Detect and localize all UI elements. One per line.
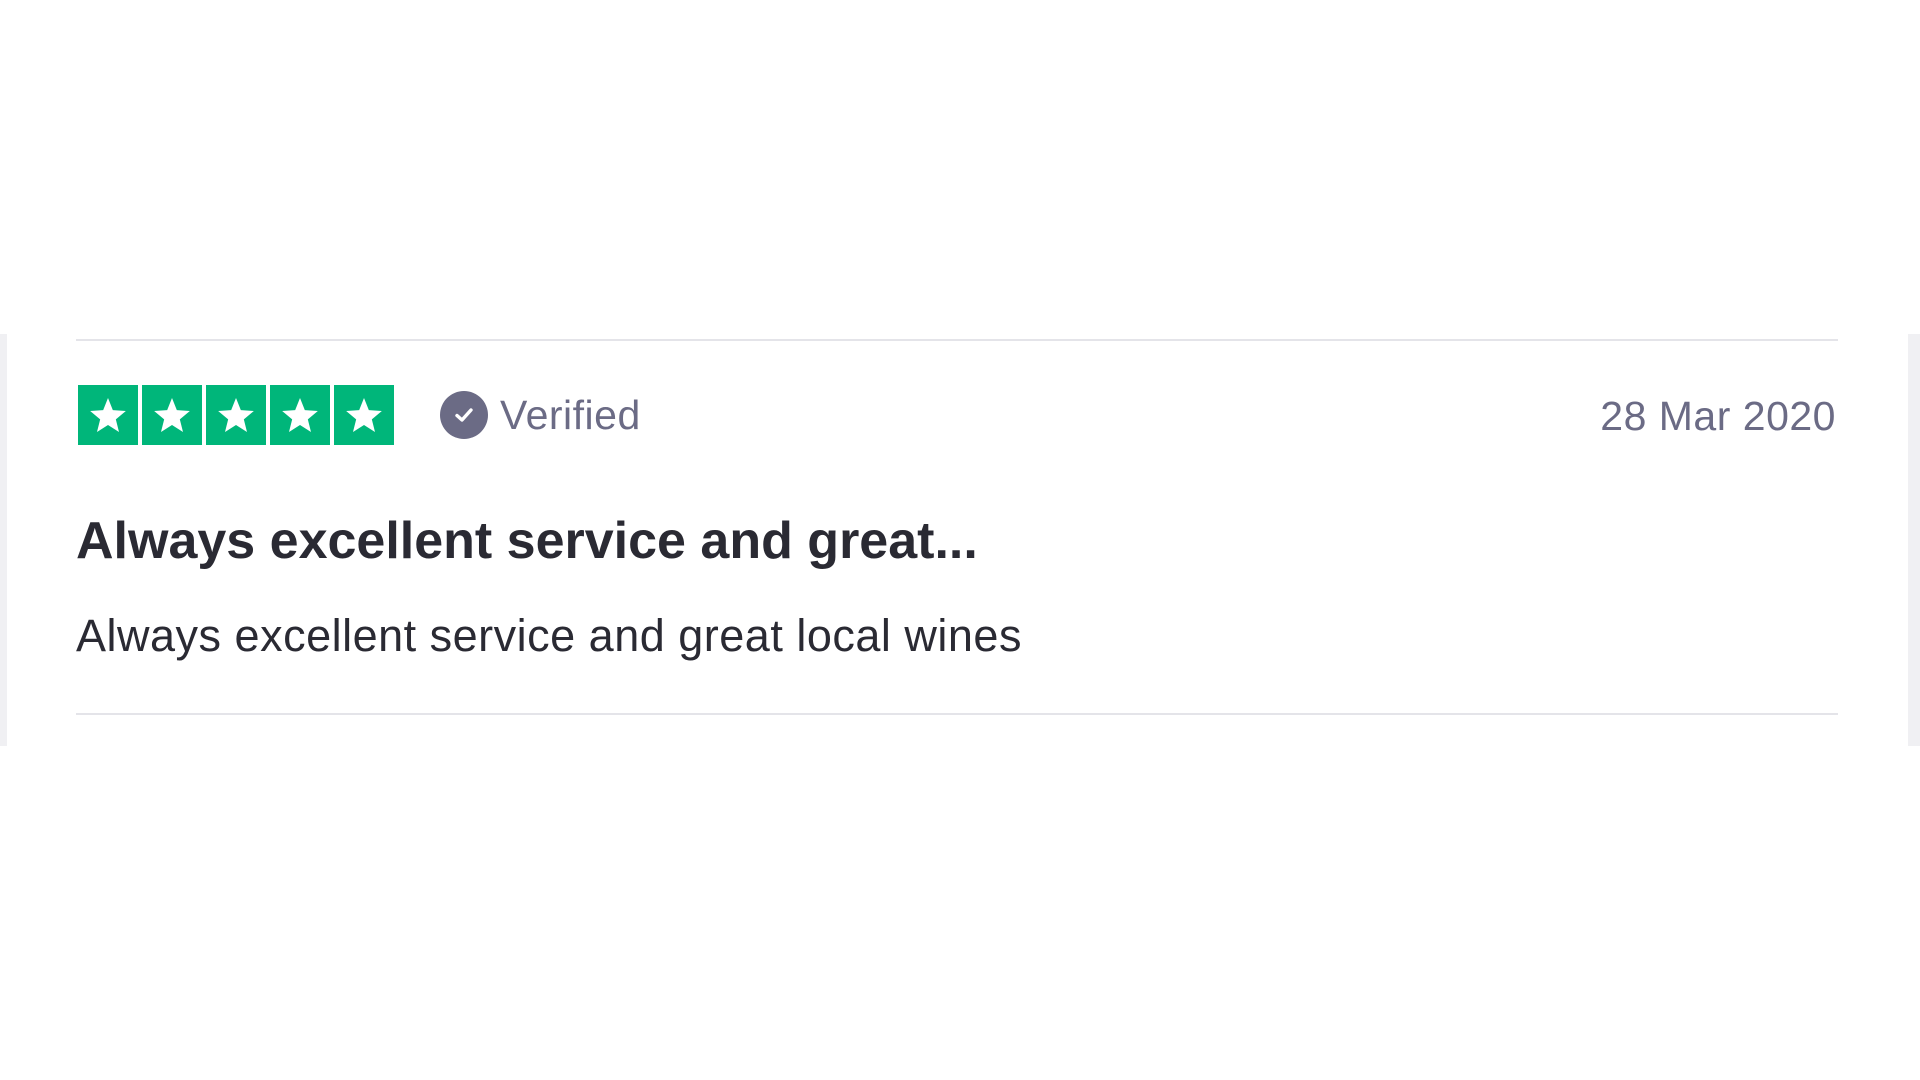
right-scroll-edge: [1908, 334, 1920, 746]
star-rating: [78, 385, 394, 445]
star-icon: [206, 385, 266, 445]
review-header: Verified 28 Mar 2020: [76, 385, 1838, 445]
review-frame: Verified 28 Mar 2020 Always excellent se…: [0, 334, 1920, 746]
review-card[interactable]: Verified 28 Mar 2020 Always excellent se…: [76, 339, 1838, 715]
review-title[interactable]: Always excellent service and great...: [76, 511, 978, 571]
review-date: 28 Mar 2020: [1600, 393, 1836, 439]
star-icon: [270, 385, 330, 445]
star-icon: [142, 385, 202, 445]
left-scroll-edge: [0, 334, 7, 746]
verified-badge[interactable]: Verified: [440, 391, 641, 439]
review-body: Always excellent service and great local…: [76, 610, 1022, 661]
verified-label: Verified: [500, 391, 641, 438]
star-icon: [78, 385, 138, 445]
check-circle-icon: [440, 391, 488, 439]
star-icon: [334, 385, 394, 445]
